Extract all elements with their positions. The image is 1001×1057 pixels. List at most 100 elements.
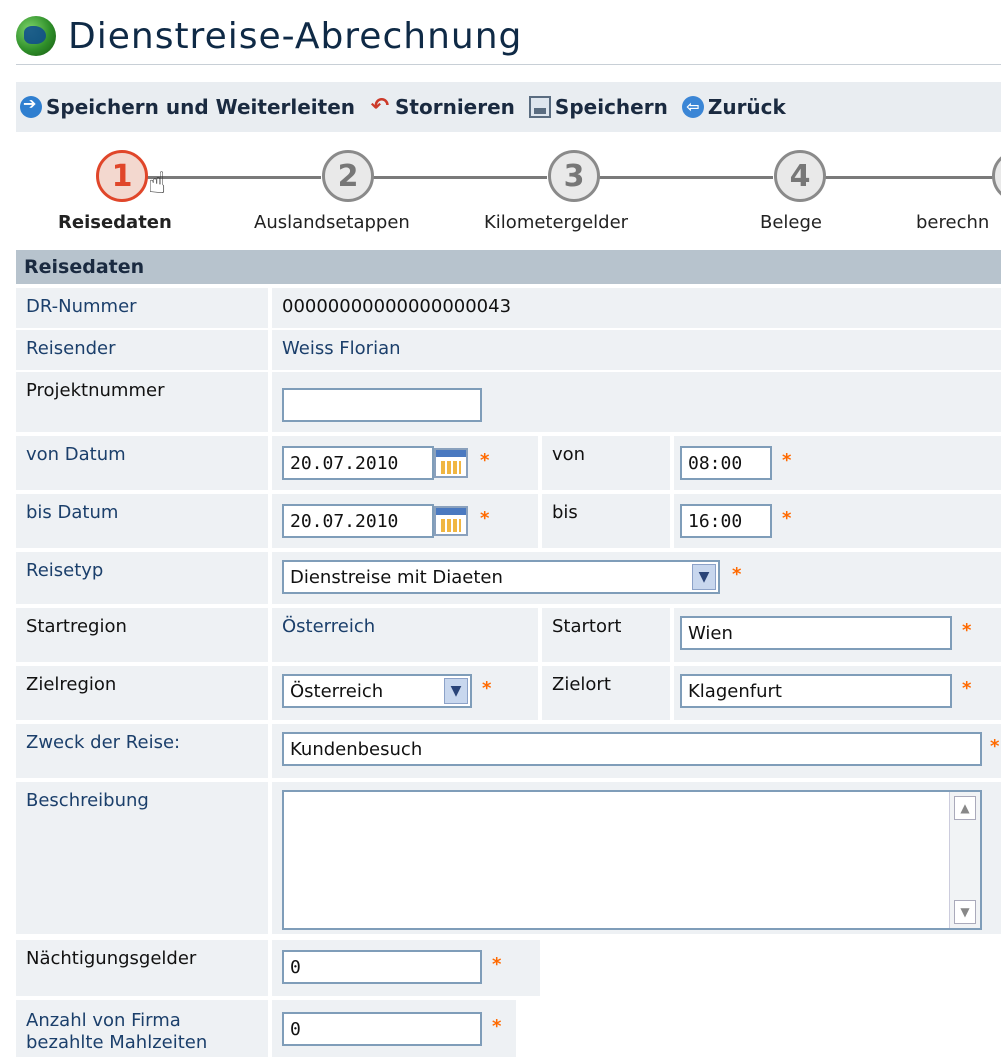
- dest-region-label: Zielregion: [16, 666, 268, 720]
- step-3-label[interactable]: Kilometergelder: [484, 212, 628, 233]
- page-title: Dienstreise-Abrechnung: [68, 15, 523, 57]
- step-4-circle[interactable]: 4: [774, 150, 826, 202]
- dest-region-value: Österreich: [290, 681, 384, 702]
- calendar-icon[interactable]: [434, 448, 468, 478]
- section-header: Reisedaten: [16, 250, 1001, 284]
- undo-icon: ↶: [370, 94, 390, 119]
- floppy-disk-icon: [528, 96, 551, 118]
- step-3-circle[interactable]: 3: [548, 150, 600, 202]
- row-traveler: Reisender Weiss Florian: [16, 330, 1001, 370]
- row-trip-type: Reisetyp Dienstreise mit Diaeten ▼ *: [16, 552, 1001, 604]
- save-label: Speichern: [554, 95, 668, 119]
- step-5-label[interactable]: berechn: [916, 212, 989, 233]
- save-button[interactable]: Speichern: [528, 95, 668, 119]
- required-marker: *: [962, 620, 972, 641]
- cancel-label: Stornieren: [395, 95, 515, 119]
- step-connector: [824, 176, 1001, 179]
- dr-number-value: 00000000000000000043: [272, 288, 1001, 328]
- from-time-input[interactable]: 08:00: [680, 446, 772, 480]
- globe-icon: [16, 16, 56, 56]
- row-lodging: Nächtigungsgelder 0 *: [16, 940, 540, 996]
- row-purpose: Zweck der Reise: Kundenbesuch *: [16, 724, 1001, 778]
- purpose-label: Zweck der Reise:: [16, 724, 268, 778]
- required-marker: *: [492, 1016, 502, 1037]
- required-marker: *: [492, 954, 502, 975]
- step-connector: [598, 176, 773, 179]
- chevron-down-icon[interactable]: ▼: [444, 678, 468, 704]
- step-1-circle[interactable]: 1: [96, 150, 148, 202]
- title-divider: [16, 64, 1001, 65]
- row-project: Projektnummer: [16, 372, 1001, 432]
- step-1-label[interactable]: Reisedaten: [58, 212, 172, 233]
- description-label: Beschreibung: [16, 782, 268, 934]
- scroll-down-icon[interactable]: ▼: [954, 900, 976, 924]
- required-marker: *: [480, 450, 490, 471]
- to-date-input[interactable]: 20.07.2010: [282, 504, 434, 538]
- hand-cursor-icon: ☝: [148, 166, 167, 201]
- start-region-label: Startregion: [16, 608, 268, 662]
- trip-type-value: Dienstreise mit Diaeten: [290, 567, 503, 588]
- required-marker: *: [962, 678, 972, 699]
- required-marker: *: [782, 508, 792, 529]
- from-date-label: von Datum: [16, 436, 268, 490]
- row-to-date: bis Datum bis 20.07.2010 * 16:00 *: [16, 494, 1001, 548]
- save-and-forward-label: Speichern und Weiterleiten: [46, 95, 356, 119]
- dest-city-input[interactable]: Klagenfurt: [680, 674, 952, 708]
- row-dr-number: DR-Nummer 00000000000000000043: [16, 288, 1001, 328]
- start-city-label: Startort: [542, 608, 670, 662]
- dest-region-select[interactable]: Österreich ▼: [282, 674, 472, 708]
- meals-label-line2: bezahlte Mahlzeiten: [26, 1032, 208, 1053]
- cancel-button[interactable]: ↶ Stornieren: [369, 95, 515, 119]
- step-5-circle[interactable]: [992, 150, 1001, 202]
- back-button[interactable]: ⇦ Zurück: [681, 95, 786, 119]
- page-title-bar: Dienstreise-Abrechnung: [16, 10, 522, 62]
- textarea-scrollbar[interactable]: ▲ ▼: [949, 792, 980, 928]
- step-connector: [146, 176, 321, 179]
- chevron-down-icon[interactable]: ▼: [692, 564, 716, 590]
- save-and-forward-button[interactable]: Speichern und Weiterleiten: [20, 94, 356, 119]
- from-time-label: von: [542, 436, 670, 490]
- project-label: Projektnummer: [16, 372, 268, 432]
- calendar-icon[interactable]: [434, 506, 468, 536]
- dr-number-label: DR-Nummer: [16, 288, 268, 328]
- row-description: Beschreibung ▲ ▼: [16, 782, 1001, 934]
- to-time-input[interactable]: 16:00: [680, 504, 772, 538]
- description-textarea[interactable]: ▲ ▼: [282, 790, 982, 930]
- trip-type-select[interactable]: Dienstreise mit Diaeten ▼: [282, 560, 720, 594]
- row-start-region: Startregion Österreich Startort Wien *: [16, 608, 1001, 662]
- back-label: Zurück: [707, 95, 786, 119]
- row-dest-region: Zielregion Zielort Österreich ▼ * Klagen…: [16, 666, 1001, 720]
- required-marker: *: [990, 736, 1000, 757]
- start-region-value: Österreich: [272, 608, 538, 662]
- required-marker: *: [480, 508, 490, 529]
- row-from-date: von Datum von 20.07.2010 * 08:00 *: [16, 436, 1001, 490]
- toolbar: Speichern und Weiterleiten ↶ Stornieren …: [16, 82, 1001, 132]
- traveler-value: Weiss Florian: [272, 330, 1001, 370]
- step-2-label[interactable]: Auslandsetappen: [254, 212, 410, 233]
- lodging-label: Nächtigungsgelder: [16, 940, 268, 996]
- step-connector: [372, 176, 547, 179]
- to-time-label: bis: [542, 494, 670, 548]
- start-city-input[interactable]: Wien: [680, 616, 952, 650]
- trip-type-label: Reisetyp: [16, 552, 268, 604]
- row-meals: Anzahl von Firma bezahlte Mahlzeiten 0 *: [16, 1000, 516, 1057]
- meals-input[interactable]: 0: [282, 1012, 482, 1046]
- step-indicator: 1 2 3 4 ☝ Reisedaten Auslandsetappen Kil…: [16, 140, 1001, 240]
- project-input[interactable]: [282, 388, 482, 422]
- back-arrow-icon: ⇦: [681, 96, 704, 118]
- required-marker: *: [782, 450, 792, 471]
- scroll-up-icon[interactable]: ▲: [954, 796, 976, 820]
- from-date-input[interactable]: 20.07.2010: [282, 446, 434, 480]
- step-4-label[interactable]: Belege: [760, 212, 822, 233]
- purpose-input[interactable]: Kundenbesuch: [282, 732, 982, 766]
- forward-icon: [20, 94, 42, 118]
- traveler-label: Reisender: [16, 330, 268, 370]
- dest-city-label: Zielort: [542, 666, 670, 720]
- lodging-input[interactable]: 0: [282, 950, 482, 984]
- section-title: Reisedaten: [24, 256, 145, 278]
- required-marker: *: [732, 564, 742, 585]
- required-marker: *: [482, 678, 492, 699]
- to-date-label: bis Datum: [16, 494, 268, 548]
- step-2-circle[interactable]: 2: [322, 150, 374, 202]
- meals-label: Anzahl von Firma bezahlte Mahlzeiten: [16, 1000, 268, 1057]
